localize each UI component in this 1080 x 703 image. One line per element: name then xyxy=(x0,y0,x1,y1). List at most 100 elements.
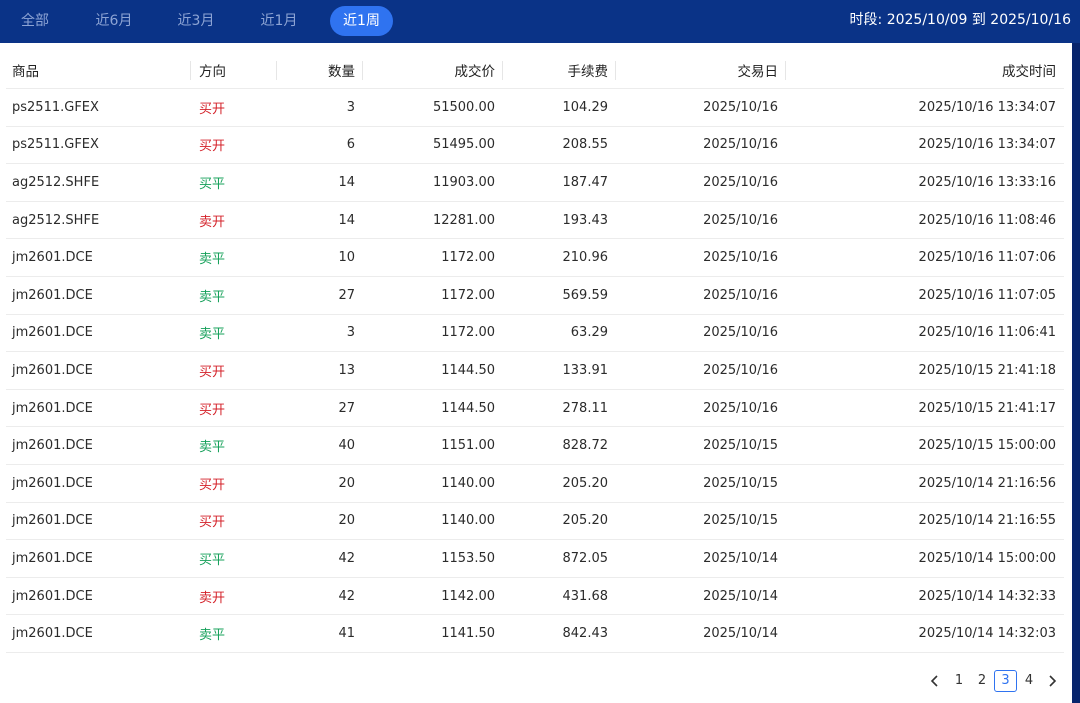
product-cell: ps2511.GFEX xyxy=(12,99,99,115)
trade-day-cell: 2025/10/14 xyxy=(703,550,778,566)
price-cell: 1144.50 xyxy=(441,400,495,416)
header-trade-day[interactable]: 交易日 xyxy=(616,52,779,88)
fee-cell: 278.11 xyxy=(562,400,609,416)
quantity-cell: 27 xyxy=(338,400,355,416)
quantity-cell: 41 xyxy=(338,626,355,642)
table-row[interactable]: ag2512.SHFE 买平 14 11903.00 187.47 2025/10/16 2… xyxy=(6,164,1064,202)
trade-time-cell: 2025/10/16 11:07:05 xyxy=(918,287,1056,303)
direction-cell: 买平 xyxy=(199,176,226,192)
page-4[interactable]: 4 xyxy=(1019,670,1039,692)
quantity-cell: 42 xyxy=(338,550,355,566)
header-price[interactable]: 成交价 xyxy=(363,52,496,88)
trade-time-cell: 2025/10/16 11:08:46 xyxy=(918,212,1056,228)
price-cell: 1172.00 xyxy=(441,250,495,266)
table-row[interactable]: jm2601.DCE 卖平 40 1151.00 828.72 2025/10/15 202… xyxy=(6,427,1064,465)
price-cell: 1140.00 xyxy=(441,475,495,491)
table-row[interactable]: jm2601.DCE 卖平 27 1172.00 569.59 2025/10/16 202… xyxy=(6,277,1064,315)
header-trade-time[interactable]: 成交时间 xyxy=(786,52,1056,88)
chevron-right-icon[interactable] xyxy=(1041,670,1063,692)
trade-time-cell: 2025/10/16 13:34:07 xyxy=(918,99,1056,115)
product-cell: jm2601.DCE xyxy=(12,475,93,491)
header-quantity[interactable]: 数量 xyxy=(277,52,355,88)
header-product[interactable]: 商品 xyxy=(12,52,182,88)
table-row[interactable]: jm2601.DCE 卖平 3 1172.00 63.29 2025/10/16 2025/… xyxy=(6,315,1064,353)
page-1[interactable]: 1 xyxy=(949,670,969,692)
trade-day-cell: 2025/10/16 xyxy=(703,137,778,153)
price-cell: 1151.00 xyxy=(441,438,495,454)
trade-time-cell: 2025/10/15 15:00:00 xyxy=(918,438,1056,454)
direction-cell: 卖开 xyxy=(199,590,226,606)
tab-1-week[interactable]: 近1周 xyxy=(330,6,393,36)
table-row[interactable]: jm2601.DCE 买平 42 1153.50 872.05 2025/10/14 202… xyxy=(6,540,1064,578)
product-cell: ps2511.GFEX xyxy=(12,137,99,153)
trade-day-cell: 2025/10/16 xyxy=(703,400,778,416)
product-cell: ag2512.SHFE xyxy=(12,174,100,190)
direction-cell: 卖开 xyxy=(199,214,226,230)
scrollbar-track[interactable] xyxy=(1072,43,1080,703)
table-row[interactable]: jm2601.DCE 买开 27 1144.50 278.11 2025/10/16 202… xyxy=(6,390,1064,428)
quantity-cell: 20 xyxy=(338,475,355,491)
trade-time-cell: 2025/10/14 21:16:56 xyxy=(918,475,1056,491)
table-row[interactable]: jm2601.DCE 买开 20 1140.00 205.20 2025/10/15 202… xyxy=(6,465,1064,503)
table-row[interactable]: jm2601.DCE 卖开 42 1142.00 431.68 2025/10/14 202… xyxy=(6,578,1064,616)
direction-cell: 卖平 xyxy=(199,252,226,268)
price-cell: 1140.00 xyxy=(441,513,495,529)
table-row[interactable]: jm2601.DCE 卖平 10 1172.00 210.96 2025/10/16 202… xyxy=(6,239,1064,277)
quantity-cell: 14 xyxy=(338,212,355,228)
page-3-current[interactable]: 3 xyxy=(994,670,1017,692)
table-row[interactable]: jm2601.DCE 买开 13 1144.50 133.91 2025/10/16 202… xyxy=(6,352,1064,390)
direction-cell: 买开 xyxy=(199,139,226,155)
direction-cell: 买开 xyxy=(199,477,226,493)
table-row[interactable]: jm2601.DCE 买开 20 1140.00 205.20 2025/10/15 202… xyxy=(6,503,1064,541)
table-row[interactable]: ps2511.GFEX 买开 6 51495.00 208.55 2025/10/16 20… xyxy=(6,127,1064,165)
top-bar: 全部 近6月 近3月 近1月 近1周 时段: 2025/10/09 到 2025… xyxy=(0,0,1080,43)
page-2[interactable]: 2 xyxy=(972,670,992,692)
product-cell: jm2601.DCE xyxy=(12,438,93,454)
price-cell: 12281.00 xyxy=(432,212,495,228)
product-cell: jm2601.DCE xyxy=(12,626,93,642)
trade-time-cell: 2025/10/14 14:32:33 xyxy=(918,588,1056,604)
chevron-left-icon[interactable] xyxy=(924,670,946,692)
direction-cell: 卖平 xyxy=(199,628,226,644)
tab-3-months[interactable]: 近3月 xyxy=(168,6,224,36)
trade-time-cell: 2025/10/14 21:16:55 xyxy=(918,513,1056,529)
direction-cell: 卖平 xyxy=(199,440,226,456)
price-cell: 1142.00 xyxy=(441,588,495,604)
direction-cell: 买开 xyxy=(199,101,226,117)
tab-6-months[interactable]: 近6月 xyxy=(86,6,142,36)
direction-cell: 卖平 xyxy=(199,327,226,343)
product-cell: jm2601.DCE xyxy=(12,287,93,303)
table-row[interactable]: jm2601.DCE 卖平 41 1141.50 842.43 2025/10/14 202… xyxy=(6,615,1064,653)
trade-day-cell: 2025/10/14 xyxy=(703,588,778,604)
fee-cell: 187.47 xyxy=(562,174,609,190)
trade-time-cell: 2025/10/15 21:41:17 xyxy=(918,400,1056,416)
header-fee[interactable]: 手续费 xyxy=(503,52,609,88)
trade-day-cell: 2025/10/14 xyxy=(703,626,778,642)
fee-cell: 842.43 xyxy=(562,626,609,642)
fee-cell: 205.20 xyxy=(562,513,609,529)
quantity-cell: 3 xyxy=(346,99,355,115)
tab-1-month[interactable]: 近1月 xyxy=(251,6,307,36)
fee-cell: 872.05 xyxy=(562,550,609,566)
quantity-cell: 6 xyxy=(346,137,355,153)
product-cell: jm2601.DCE xyxy=(12,400,93,416)
header-direction[interactable]: 方向 xyxy=(199,52,269,88)
direction-cell: 买开 xyxy=(199,364,226,380)
table-row[interactable]: ps2511.GFEX 买开 3 51500.00 104.29 2025/10/16 20… xyxy=(6,89,1064,127)
quantity-cell: 40 xyxy=(338,438,355,454)
trade-day-cell: 2025/10/16 xyxy=(703,212,778,228)
table-row[interactable]: ag2512.SHFE 卖开 14 12281.00 193.43 2025/10/16 2… xyxy=(6,202,1064,240)
direction-cell: 买开 xyxy=(199,402,226,418)
product-cell: jm2601.DCE xyxy=(12,250,93,266)
trade-day-cell: 2025/10/16 xyxy=(703,362,778,378)
product-cell: jm2601.DCE xyxy=(12,550,93,566)
trade-day-cell: 2025/10/16 xyxy=(703,287,778,303)
price-cell: 1144.50 xyxy=(441,362,495,378)
quantity-cell: 14 xyxy=(338,174,355,190)
table-header-row: 商品 方向 数量 成交价 手续费 交易日 成交时间 xyxy=(6,52,1064,89)
column-divider xyxy=(190,61,191,80)
fee-cell: 205.20 xyxy=(562,475,609,491)
direction-cell: 卖平 xyxy=(199,289,226,305)
tab-all[interactable]: 全部 xyxy=(10,6,60,36)
trade-time-cell: 2025/10/15 21:41:18 xyxy=(918,362,1056,378)
